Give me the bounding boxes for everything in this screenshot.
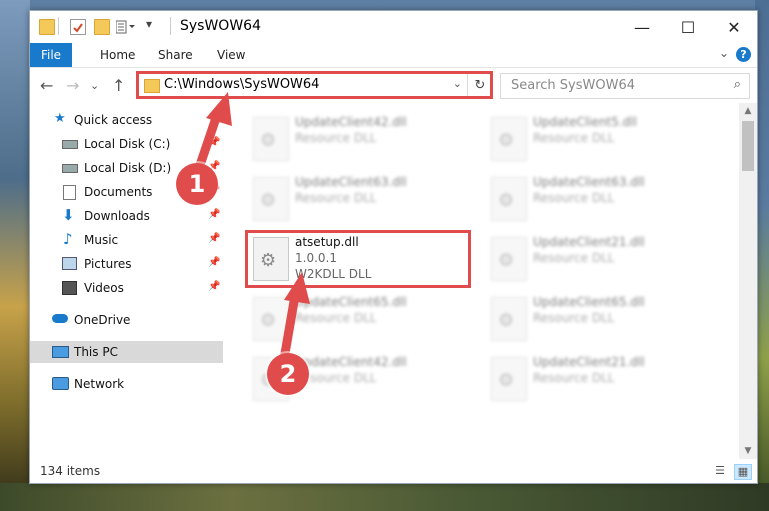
annotation-arrows [190, 92, 310, 370]
callout-step-2: 2 [267, 353, 309, 395]
callout-step-1: 1 [176, 163, 218, 205]
